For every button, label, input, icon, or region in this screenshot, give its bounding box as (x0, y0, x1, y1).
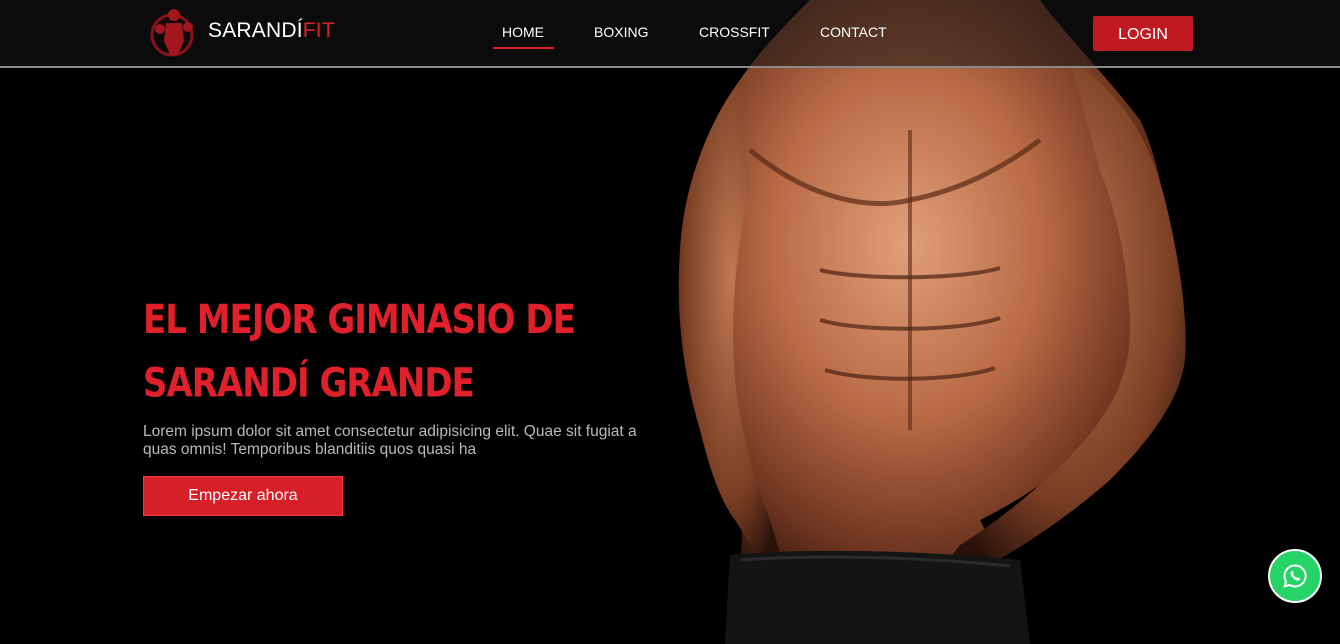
brand-name-main: SARANDÍ (208, 19, 303, 42)
page: SARANDÍFIT HOME BOXING CROSSFIT CONTACT … (0, 0, 1340, 644)
hero-description: Lorem ipsum dolor sit amet consectetur a… (143, 423, 637, 458)
whatsapp-button[interactable] (1268, 549, 1322, 603)
navbar: SARANDÍFIT HOME BOXING CROSSFIT CONTACT … (0, 0, 1340, 68)
brand-name-accent: FIT (302, 19, 335, 42)
hero-title: EL MEJOR GIMNASIO DE SARANDÍ GRANDE (143, 296, 576, 408)
nav-crossfit[interactable]: CROSSFIT (699, 24, 770, 40)
hero-torso-image (678, 0, 1186, 644)
nav-contact[interactable]: CONTACT (820, 24, 887, 40)
start-now-button[interactable]: Empezar ahora (143, 476, 343, 516)
boxer-logo-icon[interactable] (148, 5, 198, 59)
whatsapp-icon (1283, 564, 1307, 588)
login-button[interactable]: LOGIN (1093, 16, 1193, 51)
brand-name[interactable]: SARANDÍFIT (208, 19, 335, 43)
nav-home[interactable]: HOME (493, 24, 554, 49)
nav-boxing[interactable]: BOXING (594, 24, 648, 40)
